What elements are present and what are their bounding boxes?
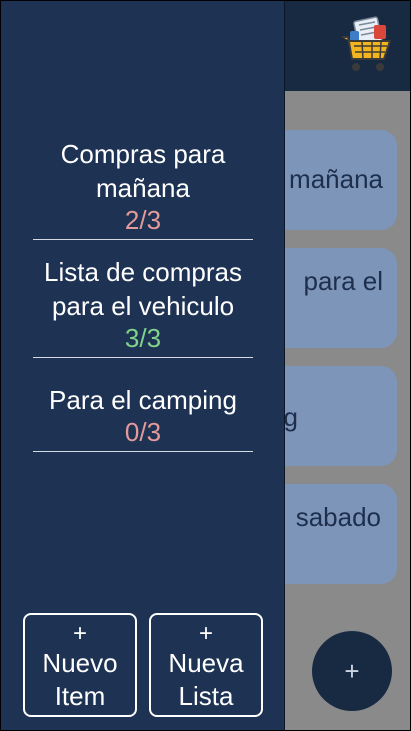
- background-card-label: sabado: [295, 502, 381, 532]
- navigation-drawer: Compras para mañana 2/3 Lista de compras…: [1, 1, 285, 730]
- divider: [33, 239, 253, 240]
- shopping-cart-icon[interactable]: [338, 15, 394, 75]
- add-fab-button[interactable]: +: [312, 631, 392, 711]
- button-label-line2: Lista: [178, 681, 234, 711]
- list-name: Lista de compras para el vehiculo: [44, 257, 242, 321]
- divider: [33, 357, 253, 358]
- button-label-line1: Nuevo: [42, 648, 118, 678]
- list-progress-count: 3/3: [124, 323, 162, 353]
- list-progress-count: 2/3: [124, 205, 162, 235]
- list-name: Compras para mañana: [60, 139, 226, 203]
- drawer-list-item[interactable]: Lista de compras para el vehiculo 3/3: [33, 255, 253, 358]
- list-progress-count: 0/3: [124, 417, 162, 447]
- list-name: Para el camping: [49, 385, 237, 415]
- drawer-list-item[interactable]: Compras para mañana 2/3: [33, 137, 253, 240]
- new-item-button[interactable]: + Nuevo Item: [23, 613, 137, 717]
- app-screen: mañana para el ng sabado + Compras para …: [0, 0, 411, 731]
- divider: [33, 451, 253, 452]
- plus-icon: +: [198, 620, 213, 647]
- background-card-label: mañana: [289, 164, 383, 194]
- plus-icon: +: [72, 620, 87, 647]
- background-card-label: para el: [303, 266, 384, 296]
- plus-icon: +: [344, 655, 360, 686]
- button-label-line1: Nueva: [168, 648, 244, 678]
- button-label-line2: Item: [54, 681, 106, 711]
- new-list-button[interactable]: + Nueva Lista: [149, 613, 263, 717]
- drawer-list-item[interactable]: Para el camping 0/3: [33, 383, 253, 452]
